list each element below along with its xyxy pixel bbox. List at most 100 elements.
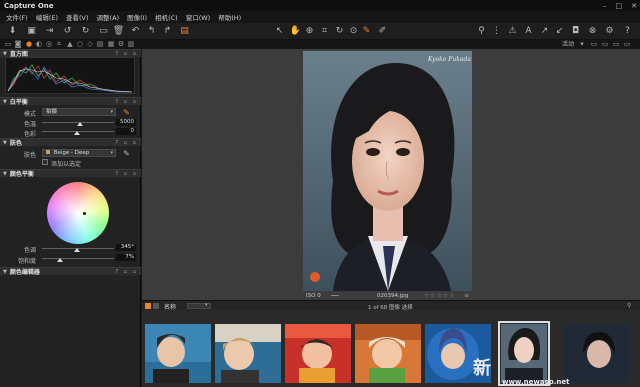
export-icon[interactable]: ⇥ xyxy=(44,26,55,37)
thumbnail-1[interactable] xyxy=(145,324,211,383)
saturation-field[interactable]: 7% xyxy=(116,254,136,261)
expand-icon[interactable]: ↗ xyxy=(539,26,550,37)
tab-composition-icon[interactable]: ⌗ xyxy=(55,40,63,49)
wb-picker-icon[interactable]: ✎ xyxy=(121,107,132,118)
select-cursor-icon[interactable]: ↖ xyxy=(274,26,285,37)
menu-view[interactable]: 查看(V) xyxy=(63,12,92,22)
menu-window[interactable]: 窗口(W) xyxy=(183,12,214,22)
color-editor-header[interactable]: ▼ 颜色编辑器 ? ▫ ▫ xyxy=(0,267,141,276)
menu-file[interactable]: 文件(F) xyxy=(3,12,31,22)
thumbnail-4[interactable] xyxy=(355,324,421,383)
section-tools-icon[interactable]: ? ▫ ▫ xyxy=(115,139,138,147)
color-picker-icon[interactable]: ✎ xyxy=(361,26,372,37)
redo-arrow-icon[interactable]: ↱ xyxy=(162,26,173,37)
menu-adjust[interactable]: 调整(A) xyxy=(94,12,123,22)
saturation-track[interactable] xyxy=(42,258,114,259)
activity-label[interactable]: 活动 xyxy=(562,40,574,49)
loupe-icon[interactable]: ⚲ xyxy=(476,26,487,37)
wb-temp-slider[interactable] xyxy=(77,122,83,126)
thumbnail-2[interactable] xyxy=(215,324,281,383)
list-view-icon[interactable] xyxy=(153,303,159,309)
section-tools-icon[interactable]: ? ▫ ▫ xyxy=(115,268,138,276)
rotate-tool-icon[interactable]: ↻ xyxy=(334,26,345,37)
undo-arrow-icon[interactable]: ↰ xyxy=(146,26,157,37)
tab-capture-icon[interactable]: ◙ xyxy=(14,40,22,49)
tab-panel-d-icon[interactable]: ▭ xyxy=(623,40,631,49)
tab-local-icon[interactable]: ○ xyxy=(76,40,84,49)
thumbnail-6-selected[interactable] xyxy=(498,321,550,386)
viewer-menu-icon[interactable]: ≡ xyxy=(464,292,469,299)
reset-icon[interactable]: ⊗ xyxy=(587,26,598,37)
saturation-slider[interactable] xyxy=(57,258,63,262)
pan-hand-icon[interactable]: ✋ xyxy=(290,26,301,37)
zoom-icon[interactable]: ⊕ xyxy=(304,26,315,37)
tab-settings-icon[interactable]: ⚙ xyxy=(117,40,125,49)
copy-adjust-icon[interactable]: ↙ xyxy=(554,26,565,37)
variants-icon[interactable]: ▤ xyxy=(179,26,190,37)
tab-panel-b-icon[interactable]: ▭ xyxy=(601,40,609,49)
section-tools-icon[interactable]: ? ▫ ▫ xyxy=(115,98,138,106)
watermark-brand: 新云下载 xyxy=(473,357,491,379)
tab-library-icon[interactable]: ▭ xyxy=(4,40,12,49)
grid-view-icon[interactable]: ⋮ xyxy=(491,26,502,37)
menu-edit[interactable]: 编辑(E) xyxy=(33,12,61,22)
rotate-right-icon[interactable]: ↻ xyxy=(80,26,91,37)
hue-slider[interactable] xyxy=(74,248,80,252)
color-wheel-marker[interactable] xyxy=(83,212,86,215)
color-wheel[interactable] xyxy=(47,182,109,244)
thumbnail-7[interactable] xyxy=(563,324,629,383)
wb-tint-slider[interactable] xyxy=(74,131,80,135)
skin-tone-header[interactable]: ▼ 肤色 ? ▫ ▫ xyxy=(0,138,141,147)
rating-stars-icon[interactable]: ☆☆☆☆☆ xyxy=(424,292,456,299)
tab-exposure-icon[interactable]: ◐ xyxy=(35,40,43,49)
main-photo[interactable]: Kyoko Fukada xyxy=(303,51,472,291)
browser-search-icon[interactable]: ⚲ xyxy=(627,302,631,309)
wb-mode-dropdown[interactable]: 拍摄 ▾ xyxy=(42,108,116,116)
brush-icon[interactable]: ✐ xyxy=(377,26,388,37)
thumbnail-3[interactable] xyxy=(285,324,351,383)
section-tools-icon[interactable]: ? ▫ ▫ xyxy=(115,170,138,178)
camera-icon[interactable]: ◘ xyxy=(570,26,581,37)
tab-color-icon[interactable]: ● xyxy=(25,40,33,49)
exposure-warning-icon[interactable]: ⚠ xyxy=(507,26,518,37)
menu-help[interactable]: 帮助(H) xyxy=(215,12,244,22)
activity-arrow-icon[interactable]: ▾ xyxy=(578,40,586,49)
tab-adjust-icon[interactable]: ◇ xyxy=(86,40,94,49)
text-icon[interactable]: A xyxy=(523,26,534,37)
histogram-header[interactable]: ▼ 直方图 ? ▫ ▫ xyxy=(0,49,141,58)
menu-camera[interactable]: 相机(C) xyxy=(152,12,181,22)
capture-icon[interactable]: ▣ xyxy=(26,26,37,37)
skin-picker-icon[interactable]: ✎ xyxy=(121,148,132,159)
tab-panel-a-icon[interactable]: ▭ xyxy=(590,40,598,49)
wb-temp-field[interactable]: 5000 xyxy=(116,119,136,126)
minimize-icon[interactable]: – xyxy=(603,2,607,10)
tab-panel-c-icon[interactable]: ▭ xyxy=(612,40,620,49)
maximize-icon[interactable]: □ xyxy=(616,2,623,10)
delete-icon[interactable]: 🗑 xyxy=(113,26,124,37)
tab-details-icon[interactable]: ▲ xyxy=(66,40,74,49)
color-balance-header[interactable]: ▼ 颜色平衡 ? ▫ ▫ xyxy=(0,169,141,178)
help-icon[interactable]: ? xyxy=(622,26,633,37)
tab-output-icon[interactable]: ▦ xyxy=(107,40,115,49)
thumbnail-image xyxy=(285,324,351,383)
folder-icon[interactable]: ▭ xyxy=(98,26,109,37)
hue-field[interactable]: 345° xyxy=(116,244,136,251)
keystone-icon[interactable]: ⊙ xyxy=(348,26,359,37)
rotate-left-icon[interactable]: ↺ xyxy=(62,26,73,37)
import-icon[interactable]: ⬇ xyxy=(7,26,18,37)
crop-icon[interactable]: ⌗ xyxy=(319,26,330,37)
wb-mode-value: 拍摄 xyxy=(46,109,58,115)
thumbnail-view-icon[interactable] xyxy=(145,303,151,309)
close-icon[interactable]: ✕ xyxy=(631,2,637,10)
tab-meta-icon[interactable]: ▤ xyxy=(96,40,104,49)
skin-add-checkbox[interactable] xyxy=(42,159,48,165)
white-balance-header[interactable]: ▼ 白平衡 ? ▫ ▫ xyxy=(0,97,141,106)
menu-image[interactable]: 图像(I) xyxy=(124,12,150,22)
wb-tint-field[interactable]: 0 xyxy=(116,128,136,135)
skin-tone-dropdown[interactable]: Beige - Deep ▾ xyxy=(42,149,116,157)
tab-batch-icon[interactable]: ▥ xyxy=(127,40,135,49)
undo-icon[interactable]: ↶ xyxy=(130,26,141,37)
tab-lens-icon[interactable]: ◎ xyxy=(45,40,53,49)
thumbnail-5[interactable]: 新云下载 xyxy=(425,324,491,383)
settings-gear-icon[interactable]: ⚙ xyxy=(604,26,615,37)
